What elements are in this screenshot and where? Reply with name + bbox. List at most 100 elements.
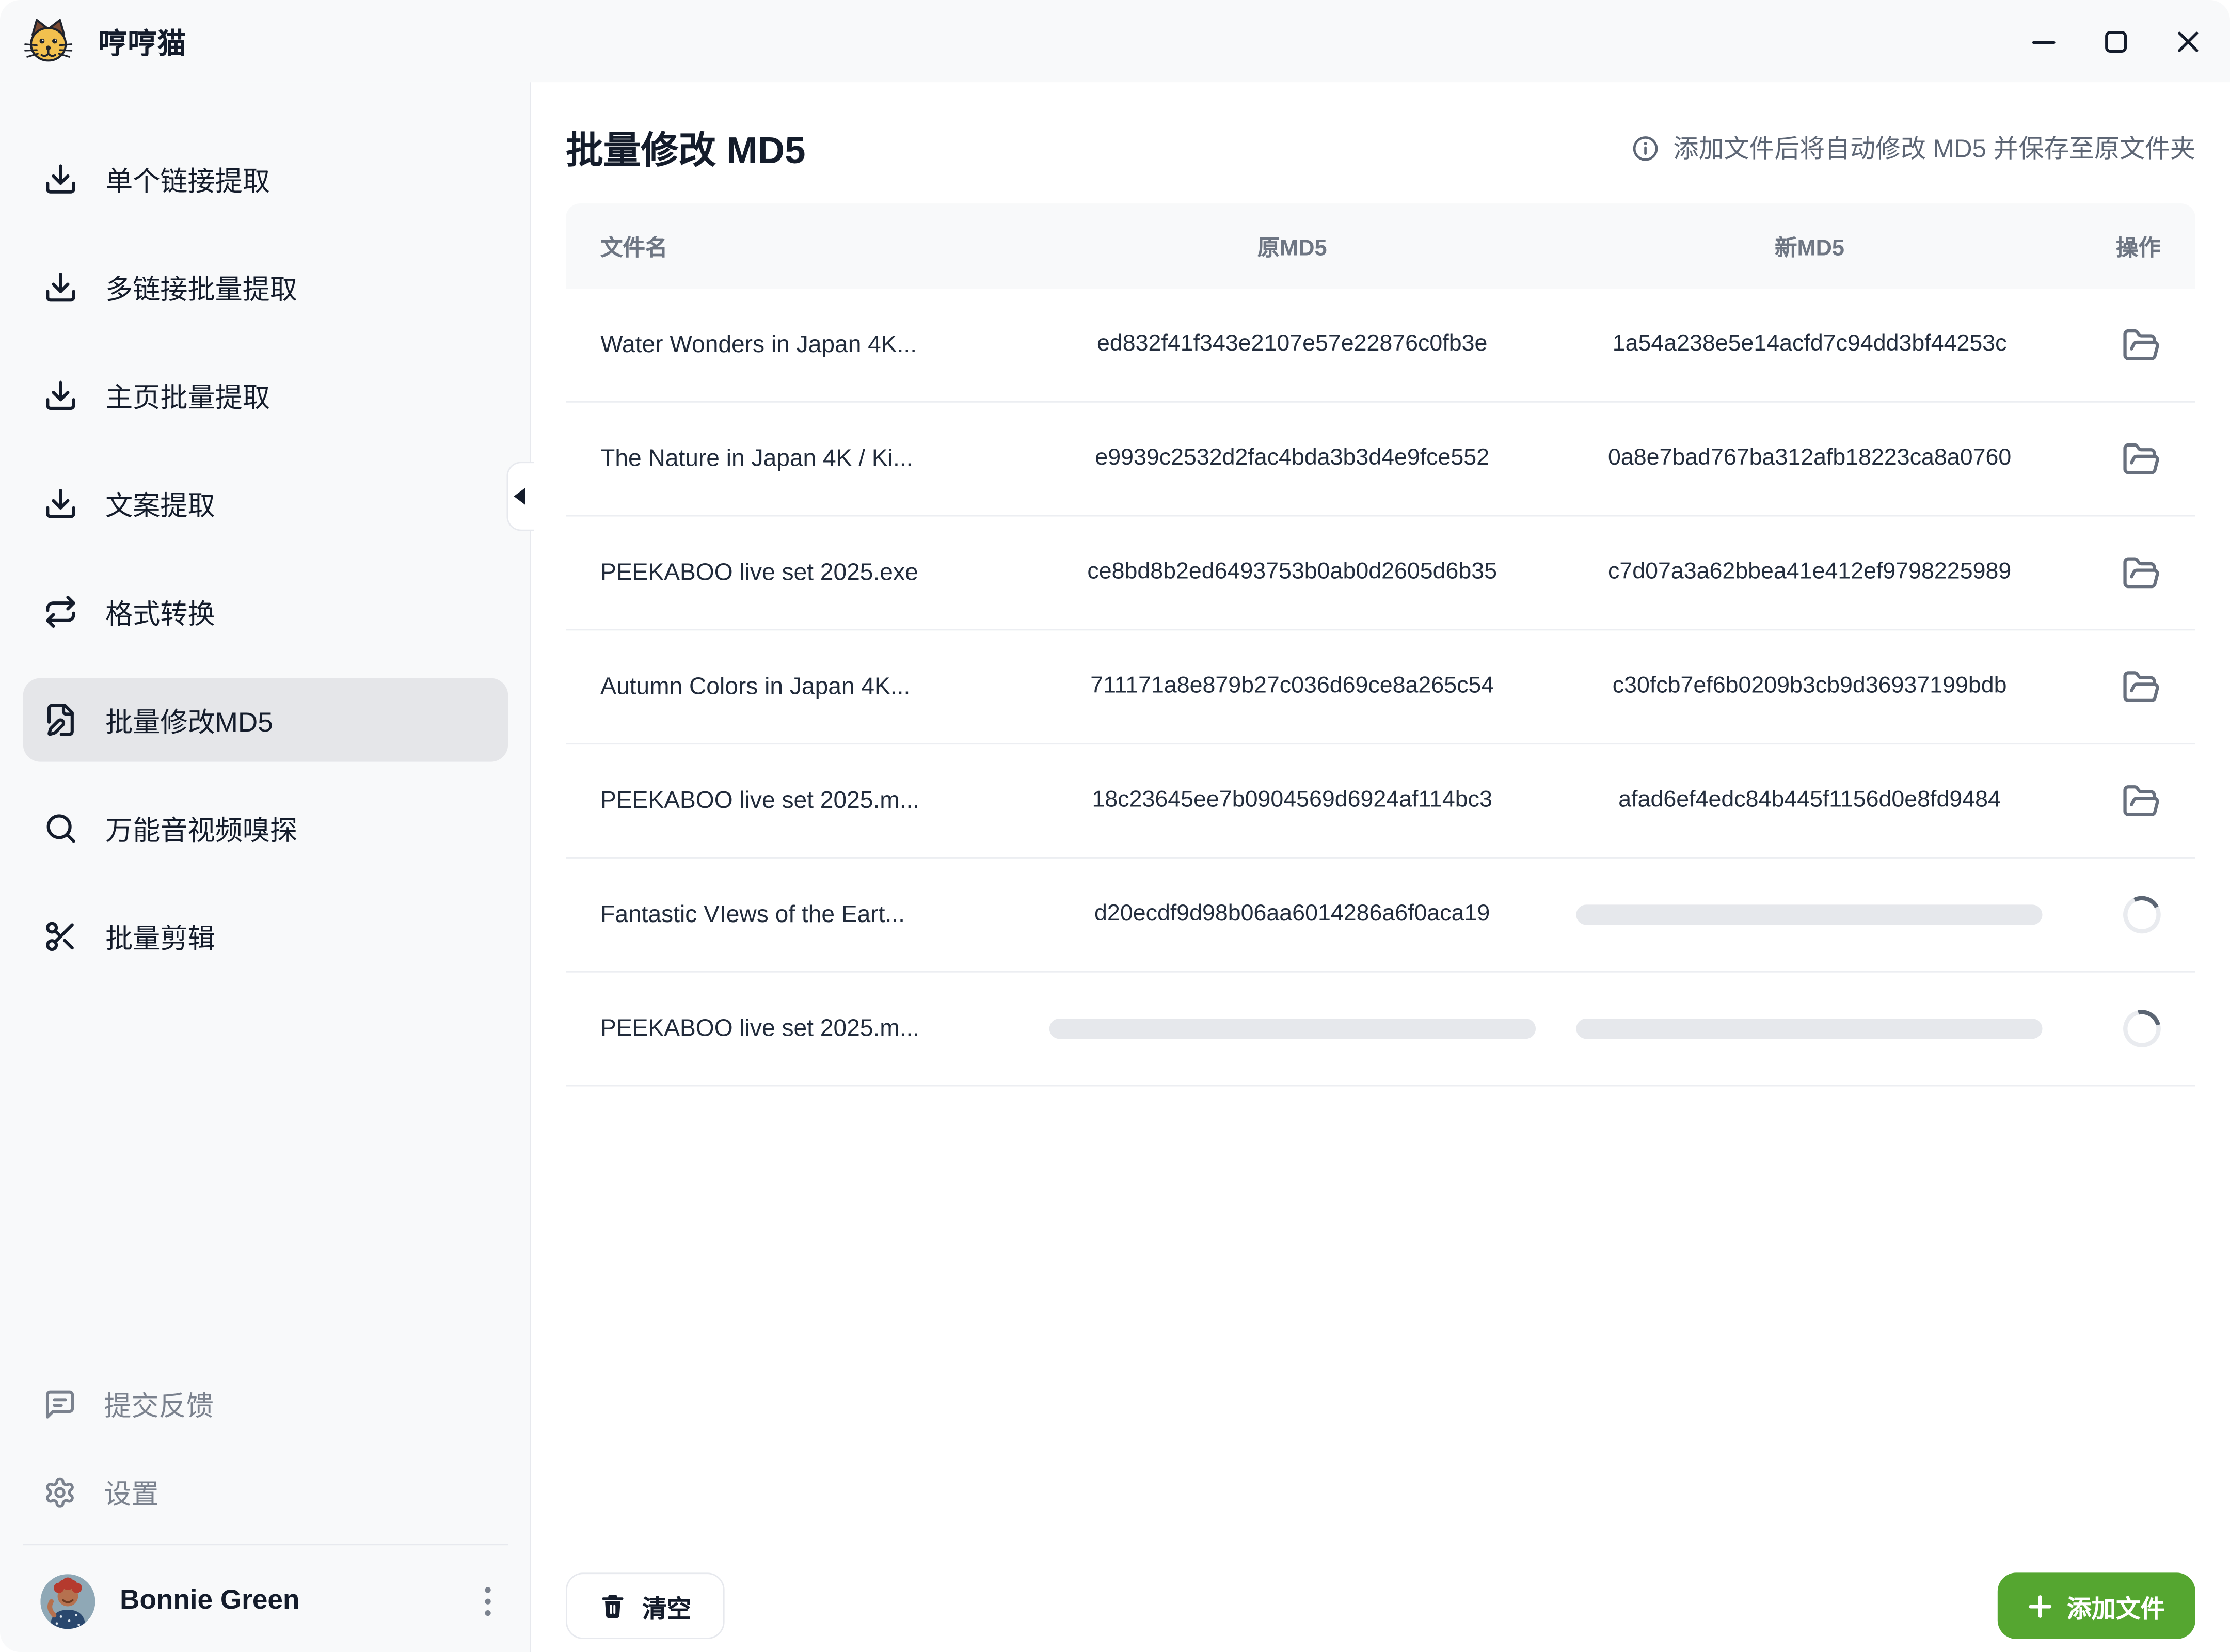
add-files-button-label: 添加文件 (2067, 1588, 2165, 1624)
table-row: PEEKABOO live set 2025.m... (566, 973, 2195, 1087)
sidebar-item-label: 批量剪辑 (105, 917, 215, 956)
add-files-button[interactable]: 添加文件 (1998, 1572, 2195, 1639)
folder-open-icon (2122, 553, 2160, 592)
open-folder-button[interactable] (2122, 781, 2160, 820)
sidebar-item-label: 主页批量提取 (105, 376, 270, 415)
table-row: Water Wonders in Japan 4K... ed832f41f34… (566, 289, 2195, 403)
table-row: PEEKABOO live set 2025.m... 18c23645ee7b… (566, 744, 2195, 859)
sidebar-item-label: 多链接批量提取 (105, 267, 297, 306)
plus-icon (2028, 1594, 2053, 1618)
table-row: PEEKABOO live set 2025.exe ce8bd8b2ed649… (566, 517, 2195, 631)
col-header-actions: 操作 (2068, 230, 2161, 262)
new-md5-cell: 0a8e7bad767ba312afb18223ca8a0760 (1551, 446, 2068, 472)
sidebar-item-homepage-batch-extract[interactable]: 主页批量提取 (23, 354, 508, 437)
md5-placeholder-bar (1049, 1019, 1535, 1039)
col-header-filename: 文件名 (600, 230, 1033, 262)
info-notice: 添加文件后将自动修改 MD5 并保存至原文件夹 (1632, 130, 2195, 166)
scissors-icon (43, 919, 78, 954)
open-folder-button[interactable] (2122, 553, 2160, 592)
maximize-button[interactable] (2100, 25, 2132, 57)
new-md5-cell: c30fcb7ef6b0209b3cb9d36937199bdb (1551, 674, 2068, 700)
sidebar-item-label: 格式转换 (105, 592, 215, 631)
sidebar-item-feedback[interactable]: 提交反馈 (23, 1368, 508, 1440)
action-bar: 清空 添加文件 (566, 1572, 2195, 1652)
feedback-icon (43, 1387, 76, 1420)
filename-cell: PEEKABOO live set 2025.m... (600, 787, 1033, 815)
loading-spinner (2118, 891, 2166, 939)
old-md5-cell (1033, 1019, 1551, 1039)
sidebar-item-label: 万能音视频嗅探 (105, 808, 297, 847)
filename-cell: The Nature in Japan 4K / Ki... (600, 445, 1033, 472)
col-header-new-md5: 新MD5 (1551, 230, 2068, 262)
close-button[interactable] (2172, 25, 2204, 57)
trash-icon (599, 1592, 626, 1619)
sidebar-item-settings[interactable]: 设置 (23, 1456, 508, 1528)
maximize-icon (2103, 28, 2129, 54)
sidebar-item-av-sniffer[interactable]: 万能音视频嗅探 (23, 786, 508, 870)
open-folder-button[interactable] (2122, 668, 2160, 706)
folder-open-icon (2122, 781, 2160, 820)
gear-icon (43, 1475, 76, 1508)
filename-cell: Fantastic VIews of the Eart... (600, 901, 1033, 928)
sidebar-item-batch-clip[interactable]: 批量剪辑 (23, 895, 508, 978)
sidebar-item-batch-modify-md5[interactable]: 批量修改MD5 (23, 678, 508, 762)
user-menu-button[interactable] (473, 1581, 502, 1622)
sidebar: 单个链接提取 多链接批量提取 主页批量提取 文案提取 格式转换 (0, 82, 531, 1652)
md5-placeholder-bar (1577, 904, 2043, 925)
window-titlebar: 哼哼猫 (0, 0, 2230, 82)
sidebar-item-copywriting-extract[interactable]: 文案提取 (23, 462, 508, 545)
open-folder-button[interactable] (2122, 439, 2160, 478)
user-row: Bonnie Green (23, 1565, 508, 1638)
table-header: 文件名 原MD5 新MD5 操作 (566, 203, 2195, 289)
sidebar-item-label: 设置 (104, 1472, 158, 1511)
avatar (40, 1574, 95, 1629)
chevron-left-icon (514, 488, 525, 505)
old-md5-cell: ce8bd8b2ed6493753b0ab0d2605d6b35 (1033, 560, 1551, 585)
md5-table: 文件名 原MD5 新MD5 操作 Water Wonders in Japan … (566, 203, 2195, 1086)
kebab-menu-icon (485, 1587, 490, 1593)
old-md5-cell: d20ecdf9d98b06aa6014286a6f0aca19 (1033, 902, 1551, 928)
col-header-old-md5: 原MD5 (1033, 230, 1551, 262)
clear-button-label: 清空 (642, 1588, 691, 1624)
sidebar-item-multi-link-batch-extract[interactable]: 多链接批量提取 (23, 245, 508, 329)
filename-cell: Water Wonders in Japan 4K... (600, 331, 1033, 358)
new-md5-cell: afad6ef4edc84b445f1156d0e8fd9484 (1551, 788, 2068, 814)
info-notice-text: 添加文件后将自动修改 MD5 并保存至原文件夹 (1674, 130, 2195, 166)
old-md5-cell: 711171a8e879b27c036d69ce8a265c54 (1033, 674, 1551, 700)
table-row: The Nature in Japan 4K / Ki... e9939c253… (566, 403, 2195, 517)
new-md5-cell (1551, 1019, 2068, 1039)
old-md5-cell: ed832f41f343e2107e57e22876c0fb3e (1033, 332, 1551, 358)
folder-open-icon (2122, 325, 2160, 364)
new-md5-cell: 1a54a238e5e14acfd7c94dd3bf44253c (1551, 332, 2068, 358)
sidebar-item-single-link-extract[interactable]: 单个链接提取 (23, 137, 508, 221)
sidebar-item-label: 批量修改MD5 (105, 701, 273, 739)
download-icon (43, 270, 78, 305)
table-row: Autumn Colors in Japan 4K... 711171a8e87… (566, 630, 2195, 744)
collapse-sidebar-handle[interactable] (506, 462, 534, 531)
download-icon (43, 486, 78, 521)
open-folder-button[interactable] (2122, 325, 2160, 364)
download-icon (43, 162, 78, 196)
folder-open-icon (2122, 439, 2160, 478)
search-icon (43, 811, 78, 846)
close-icon (2175, 28, 2201, 54)
cat-icon (23, 16, 74, 67)
new-md5-cell (1551, 904, 2068, 925)
app-window: 哼哼猫 单个链接提取 (0, 0, 2230, 1652)
sidebar-item-format-convert[interactable]: 格式转换 (23, 570, 508, 654)
old-md5-cell: e9939c2532d2fac4bda3b3d4e9fce552 (1033, 446, 1551, 472)
md5-placeholder-bar (1577, 1019, 2043, 1039)
sidebar-divider (23, 1544, 508, 1545)
new-md5-cell: c7d07a3a62bbea41e412ef9798225989 (1551, 560, 2068, 585)
sidebar-item-label: 提交反馈 (104, 1385, 214, 1423)
main-content: 批量修改 MD5 添加文件后将自动修改 MD5 并保存至原文件夹 文件名 原MD… (531, 82, 2230, 1652)
filename-cell: Autumn Colors in Japan 4K... (600, 673, 1033, 701)
convert-icon (43, 594, 78, 629)
folder-open-icon (2122, 668, 2160, 706)
page-title: 批量修改 MD5 (566, 121, 806, 174)
minimize-icon (2031, 28, 2057, 54)
minimize-button[interactable] (2028, 25, 2060, 57)
clear-button[interactable]: 清空 (566, 1572, 725, 1639)
user-name: Bonnie Green (120, 1585, 449, 1617)
info-icon (1632, 134, 1661, 163)
